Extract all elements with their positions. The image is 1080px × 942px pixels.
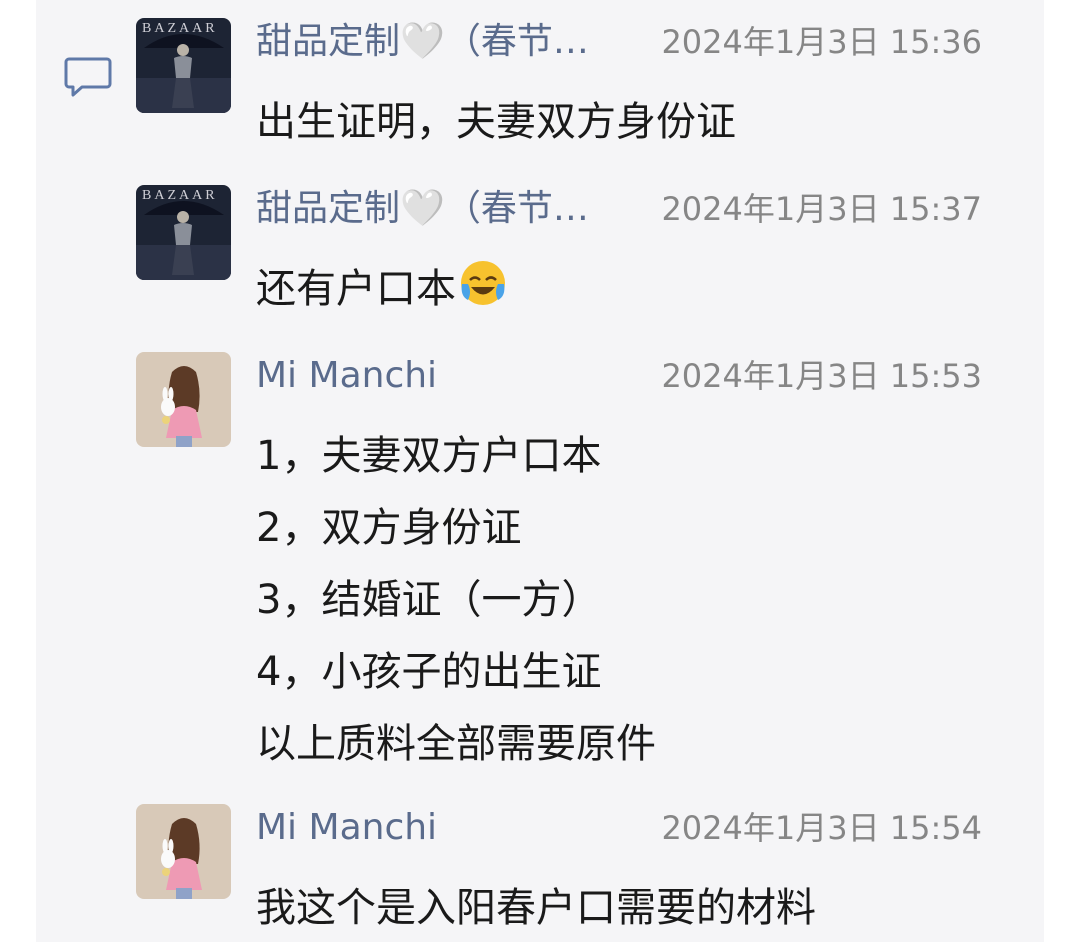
avatar-bazaar-photo: BAZAAR (136, 185, 231, 280)
avatar[interactable]: BAZAAR (136, 185, 231, 280)
avatar[interactable] (136, 352, 231, 447)
laughing-crying-emoji-icon (458, 258, 508, 308)
avatar[interactable]: BAZAAR (136, 18, 231, 113)
sender-name[interactable]: Mi Manchi (256, 806, 616, 850)
svg-text:BAZAAR: BAZAAR (142, 21, 218, 36)
comment-icon[interactable] (64, 56, 112, 98)
sender-name[interactable]: Mi Manchi (256, 354, 616, 398)
chat-history-page: BAZAAR 甜品定制🤍（春节… 2024年1月3日 15:36 出生证明，夫妻… (0, 0, 1080, 942)
message-line: 出生证明，夫妻双方身份证 (256, 99, 736, 145)
avatar-bazaar-photo: BAZAAR (136, 18, 231, 113)
message-text: 1，夫妻双方户口本 2，双方身份证 3，结婚证（一方） 4，小孩子的出生证 以上… (256, 420, 996, 780)
svg-text:BAZAAR: BAZAAR (142, 188, 218, 203)
timestamp: 2024年1月3日 15:36 (661, 23, 982, 61)
avatar-girl-with-bunny (136, 804, 231, 899)
message-text: 出生证明，夫妻双方身份证 (256, 86, 996, 158)
message-line: 我这个是入阳春户口需要的材料 (256, 885, 816, 931)
message-line-text: 还有户口本 (256, 266, 456, 312)
message-line: 还有户口本 (256, 253, 996, 325)
avatar[interactable] (136, 804, 231, 899)
message-text: 我这个是入阳春户口需要的材料 (256, 872, 996, 942)
message-text: 还有户口本 (256, 253, 996, 325)
sender-name[interactable]: 甜品定制🤍（春节… (256, 20, 616, 64)
message-line: 以上质料全部需要原件 (256, 721, 656, 767)
message-line: 3，结婚证（一方） (256, 577, 602, 623)
timestamp: 2024年1月3日 15:53 (661, 357, 982, 395)
timestamp: 2024年1月3日 15:54 (661, 809, 982, 847)
sender-name[interactable]: 甜品定制🤍（春节… (256, 187, 616, 231)
timestamp: 2024年1月3日 15:37 (661, 190, 982, 228)
message-line: 2，双方身份证 (256, 505, 522, 551)
message-line: 1，夫妻双方户口本 (256, 433, 602, 479)
message-line: 4，小孩子的出生证 (256, 649, 602, 695)
avatar-girl-with-bunny (136, 352, 231, 447)
